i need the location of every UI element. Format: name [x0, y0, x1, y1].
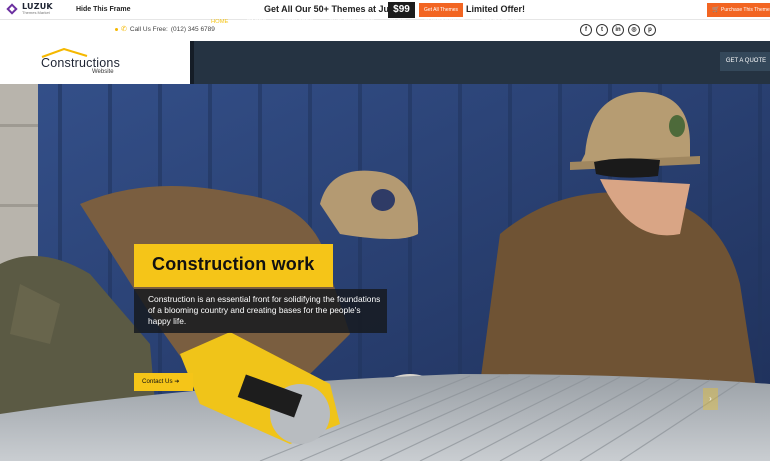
brand-tagline: Themes Market: [22, 10, 50, 15]
facebook-icon[interactable]: f: [580, 24, 592, 36]
limited-offer-text: Limited Offer!: [466, 4, 526, 14]
call-label: Call Us Free:: [129, 25, 168, 33]
logo-subtitle: Website: [92, 69, 114, 75]
get-all-themes-button[interactable]: Get All Themes: [419, 3, 463, 17]
hero-slider: [0, 84, 770, 461]
info-bar: ✆ Call Us Free: (012) 345 6789 f t in ◎ …: [0, 20, 770, 41]
luzuk-logo-icon: [5, 2, 19, 16]
nav-item-contact-us[interactable]: CONTACT US: [481, 19, 518, 25]
hero-description: Construction is an essential front for s…: [148, 294, 381, 326]
arrow-right-icon: ➔: [174, 378, 180, 385]
promo-bar: LUZUK Themes Market Hide This Frame Get …: [0, 0, 770, 20]
bullet-icon: [115, 27, 118, 31]
nav-item-pages[interactable]: PAGES ⌄: [247, 19, 273, 25]
social-links: f t in ◎ p: [580, 24, 656, 36]
phone-number[interactable]: (012) 345 6789: [171, 26, 215, 33]
linkedin-icon[interactable]: in: [612, 24, 624, 36]
cart-icon: 🛒: [712, 7, 720, 13]
luzuk-logo[interactable]: LUZUK Themes Market: [5, 2, 53, 16]
hide-frame-link[interactable]: Hide This Frame: [76, 6, 130, 13]
main-nav: [190, 41, 770, 84]
hero-background-image: [0, 84, 770, 461]
hero-title: Construction work: [152, 254, 315, 274]
chevron-down-icon: ⌄: [407, 19, 413, 25]
contact-us-button[interactable]: Contact Us ➔: [134, 373, 193, 391]
call-info: ✆ Call Us Free: (012) 345 6789: [115, 25, 215, 33]
nav-item-blog[interactable]: BLOG ⌄: [390, 19, 413, 25]
phone-icon: ✆: [121, 26, 127, 33]
chevron-down-icon: ⌄: [268, 19, 274, 25]
contact-us-label: Contact Us: [142, 378, 173, 385]
nav-item-home[interactable]: HOME: [211, 19, 228, 25]
purchase-theme-button[interactable]: 🛒 Purchase This Theme: [707, 3, 770, 17]
pinterest-icon[interactable]: p: [644, 24, 656, 36]
nav-item-services[interactable]: SERVICES: [284, 19, 313, 25]
nav-item-shortcodes[interactable]: SHORTCODES ⌄: [424, 19, 471, 25]
promo-offer-text: Get All Our 50+ Themes at Just: [264, 4, 397, 14]
price-badge: $99: [388, 2, 415, 18]
twitter-icon[interactable]: t: [596, 24, 608, 36]
logo-title: Constructions: [41, 56, 121, 70]
nav-item-our-projects[interactable]: OUR PROJECTS: [329, 19, 374, 25]
purchase-button-label: Purchase This Theme: [721, 7, 770, 13]
slider-next-arrow-icon[interactable]: ›: [703, 388, 718, 410]
chevron-down-icon: ⌄: [466, 19, 472, 25]
get-a-quote-button[interactable]: GET A QUOTE: [720, 52, 770, 71]
instagram-icon[interactable]: ◎: [628, 24, 640, 36]
